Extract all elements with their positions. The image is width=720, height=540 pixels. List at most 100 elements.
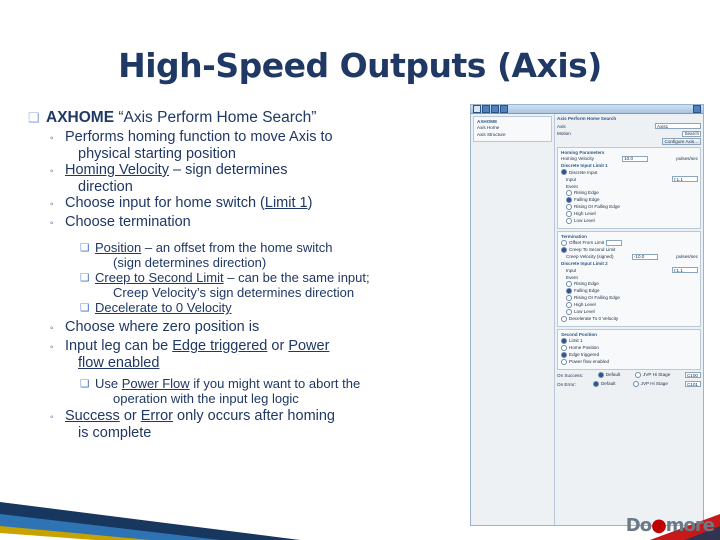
trigger-option: Edge triggered xyxy=(569,352,600,357)
on-success-field[interactable]: C100 xyxy=(684,372,701,378)
on-error-label: On Error: xyxy=(557,381,576,387)
input-label: Input xyxy=(566,176,577,182)
list-item: ◦ Choose where zero position is xyxy=(50,319,468,338)
keyword-axhome: AXHOME xyxy=(46,109,115,126)
maximize-icon[interactable] xyxy=(482,105,490,113)
event-option: Falling Edge xyxy=(574,197,600,202)
radio-success-stage[interactable] xyxy=(635,371,642,378)
list-item: ◦ Choose termination xyxy=(50,214,468,233)
radio-falling-edge[interactable] xyxy=(566,196,572,203)
creep-velocity-field[interactable]: -10.0 xyxy=(631,253,658,260)
list-item: ◦ Choose input for home switch (Limit 1) xyxy=(50,195,468,214)
axhome-dialog-screenshot: AXHOME Axis Home Axis Structure Axis Per… xyxy=(470,104,704,526)
event-label: Event xyxy=(566,274,578,280)
input2-field[interactable]: I:1.1 xyxy=(672,267,698,273)
dialog-left-pane: AXHOME Axis Home Axis Structure xyxy=(471,114,555,525)
dialog-right-pane: Axis Perform Home Search Axis Axis1 Moti… xyxy=(555,114,703,525)
list-item: ◦ Input leg can be Edge triggered or Pow… xyxy=(50,338,330,371)
homing-parameters-group: Homing Parameters Homing Velocity 10.0 p… xyxy=(557,146,701,229)
group-heading: Second Position xyxy=(561,331,597,337)
radio2-rising-or-falling-edge[interactable] xyxy=(566,294,572,301)
offset-field[interactable] xyxy=(606,239,623,246)
bullet-level1: ❑ AXHOME “Axis Perform Home Search” xyxy=(28,108,468,128)
square-bullet-icon: ❑ xyxy=(80,242,90,254)
termination-option: Decelerate To 0 Velocity xyxy=(569,316,619,321)
homing-velocity-field[interactable]: 10.0 xyxy=(622,155,649,162)
position-option: Limit 1 xyxy=(569,338,583,343)
radio-rising-edge[interactable] xyxy=(566,189,572,196)
radio-error-default[interactable] xyxy=(592,380,599,387)
minimize-icon[interactable] xyxy=(473,105,481,113)
radio-limit-1[interactable] xyxy=(561,337,567,344)
square-bullet-icon: ❑ xyxy=(80,378,90,390)
radio-offset-from-limit[interactable] xyxy=(561,239,567,246)
radio2-high-level[interactable] xyxy=(566,301,572,308)
radio-home-position[interactable] xyxy=(561,344,567,351)
on-error-field[interactable]: C101 xyxy=(684,381,701,387)
radio-rising-or-falling-edge[interactable] xyxy=(566,203,572,210)
on-success-label: On Success: xyxy=(557,372,584,378)
page-title: High-Speed Outputs (Axis) xyxy=(118,46,602,85)
circle-bullet-icon: ◦ xyxy=(50,166,54,177)
radio-error-stage[interactable] xyxy=(632,380,639,387)
square-bullet-icon: ❑ xyxy=(80,302,90,314)
creep-velocity-label: Creep Velocity (signed) xyxy=(566,254,614,259)
motion-field[interactable]: Search xyxy=(682,130,701,137)
radio-discrete-input[interactable] xyxy=(561,169,567,175)
on-error-option: Default xyxy=(600,381,616,386)
homing-velocity-unit: pulses/sec xyxy=(676,156,698,161)
radio2-rising-edge[interactable] xyxy=(566,280,572,287)
radio2-low-level[interactable] xyxy=(566,308,572,315)
termination-option: Offset From Limit xyxy=(569,240,605,245)
square-bullet-icon: ❑ xyxy=(28,110,40,125)
trigger-option: Power flow enabled xyxy=(569,359,610,364)
list-item: ❑ Use Power Flow if you might want to ab… xyxy=(80,376,361,406)
radio-power-flow-enabled[interactable] xyxy=(561,358,567,365)
square-bullet-icon: ❑ xyxy=(80,272,90,284)
help-icon[interactable] xyxy=(500,105,508,113)
tree-item[interactable]: Axis Structure xyxy=(477,132,506,137)
event-option: Falling Edge xyxy=(574,288,600,293)
configure-axis-button[interactable]: Configure Axis... xyxy=(661,138,701,145)
list-item: ◦ Success or Error only occurs after hom… xyxy=(50,408,335,441)
list-item: ❑ Creep to Second Limit – can be the sam… xyxy=(80,270,370,300)
second-position-group: Second Position Limit 1 Home Position Ed… xyxy=(557,328,701,370)
close-icon[interactable] xyxy=(693,105,701,113)
on-success-option: JVP Hi Stage xyxy=(643,372,671,377)
homing-velocity-label: Homing Velocity xyxy=(561,156,594,161)
creep-velocity-unit: pulses/sec xyxy=(676,254,698,259)
event-option: High Level xyxy=(574,302,596,307)
logo-dot-icon: ● xyxy=(651,515,667,536)
slide-body: ❑ AXHOME “Axis Perform Home Search” ◦ Pe… xyxy=(28,108,468,441)
list-item: ❑ Position – an offset from the home swi… xyxy=(80,240,333,270)
brand-logo: Do●more xyxy=(625,515,715,536)
radio2-falling-edge[interactable] xyxy=(566,287,572,294)
left-tree-group: AXHOME Axis Home Axis Structure xyxy=(473,116,552,142)
circle-bullet-icon: ◦ xyxy=(50,412,54,423)
radio-low-level[interactable] xyxy=(566,217,572,224)
axis-field[interactable]: Axis1 xyxy=(655,123,701,129)
dialog-heading: Axis Perform Home Search xyxy=(557,116,617,121)
tree-item[interactable]: Axis Home xyxy=(477,125,499,130)
event-option: Low Level xyxy=(574,218,595,223)
position-option: Home Position xyxy=(569,345,599,350)
dialog-titlebar xyxy=(471,105,703,114)
on-success-option: Default xyxy=(605,372,621,377)
group-heading: Homing Parameters xyxy=(561,149,605,155)
radio-edge-triggered[interactable] xyxy=(561,351,567,358)
radio-creep-to-second-limit[interactable] xyxy=(561,246,567,253)
radio-decelerate-to-0[interactable] xyxy=(561,315,567,322)
event-option: Rising Edge xyxy=(574,190,599,195)
radio-success-default[interactable] xyxy=(597,371,604,378)
left-tree-heading: AXHOME xyxy=(477,119,498,124)
event-option: High Level xyxy=(574,211,596,216)
circle-bullet-icon: ◦ xyxy=(50,342,54,353)
restore-icon[interactable] xyxy=(491,105,499,113)
event-option: Rising Or Falling Edge xyxy=(574,295,620,300)
radio-high-level[interactable] xyxy=(566,210,572,217)
circle-bullet-icon: ◦ xyxy=(50,218,54,229)
termination-option: Creep To Second Limit xyxy=(569,247,616,252)
circle-bullet-icon: ◦ xyxy=(50,323,54,334)
input-field[interactable]: I:1.1 xyxy=(672,176,698,182)
event-label: Event xyxy=(566,183,578,189)
